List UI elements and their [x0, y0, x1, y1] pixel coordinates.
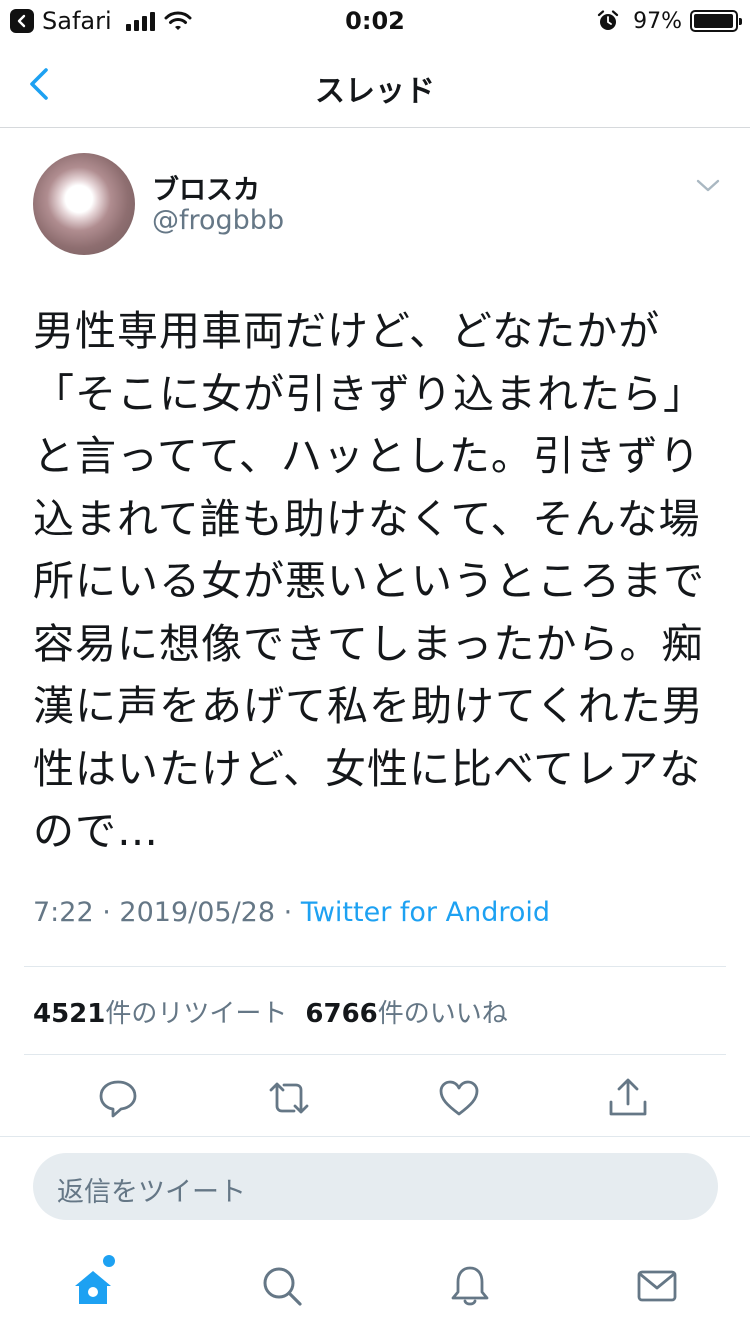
tweet-source-link[interactable]: Twitter for Android [301, 897, 550, 928]
retweet-count[interactable]: 4521件のリツイート [33, 999, 287, 1029]
tweet-meta: 7:22 · 2019/05/28 · Twitter for Android [33, 897, 550, 928]
home-icon[interactable] [71, 1264, 115, 1308]
battery-percent: 97% [633, 8, 682, 34]
tweet-date: 2019/05/28 [119, 897, 276, 928]
divider [0, 1136, 750, 1137]
divider [24, 1054, 726, 1055]
nav-bar: スレッド [0, 42, 750, 128]
like-count-number: 6766 [305, 999, 378, 1029]
meta-separator: · [102, 897, 111, 928]
reply-icon[interactable] [96, 1076, 140, 1120]
retweet-count-number: 4521 [33, 999, 106, 1029]
search-icon[interactable] [260, 1264, 304, 1308]
tweet-text: 男性専用車両だけど、どなたかが「そこに女が引きずり込まれたら」と言ってて、ハッと… [33, 307, 705, 855]
like-count-label: 件のいいね [377, 999, 508, 1029]
messages-icon[interactable] [635, 1264, 679, 1308]
avatar[interactable] [33, 153, 135, 255]
divider [24, 966, 726, 967]
retweet-icon[interactable] [267, 1076, 311, 1120]
reply-input[interactable]: 返信をツイート [33, 1153, 718, 1220]
alarm-icon [597, 10, 619, 30]
tweet-stats: 4521件のリツイート 6766件のいいね [33, 993, 508, 1030]
meta-separator: · [283, 897, 293, 928]
home-notification-dot [103, 1255, 115, 1267]
status-bar: Safari 0:02 97% [0, 0, 750, 42]
reply-placeholder: 返信をツイート [57, 1177, 246, 1208]
notifications-icon[interactable] [448, 1264, 492, 1308]
user-handle[interactable]: @frogbbb [152, 205, 284, 236]
like-icon[interactable] [437, 1076, 481, 1120]
battery-icon [690, 10, 742, 32]
chevron-down-icon[interactable] [694, 176, 722, 196]
page-title: スレッド [315, 74, 435, 109]
display-name[interactable]: ブロスカ [152, 168, 260, 207]
share-icon[interactable] [606, 1076, 650, 1120]
like-count[interactable]: 6766件のいいね [305, 999, 507, 1029]
retweet-count-label: 件のリツイート [105, 999, 288, 1029]
status-right: 97% [597, 7, 742, 35]
tweet-time: 7:22 [33, 897, 94, 928]
